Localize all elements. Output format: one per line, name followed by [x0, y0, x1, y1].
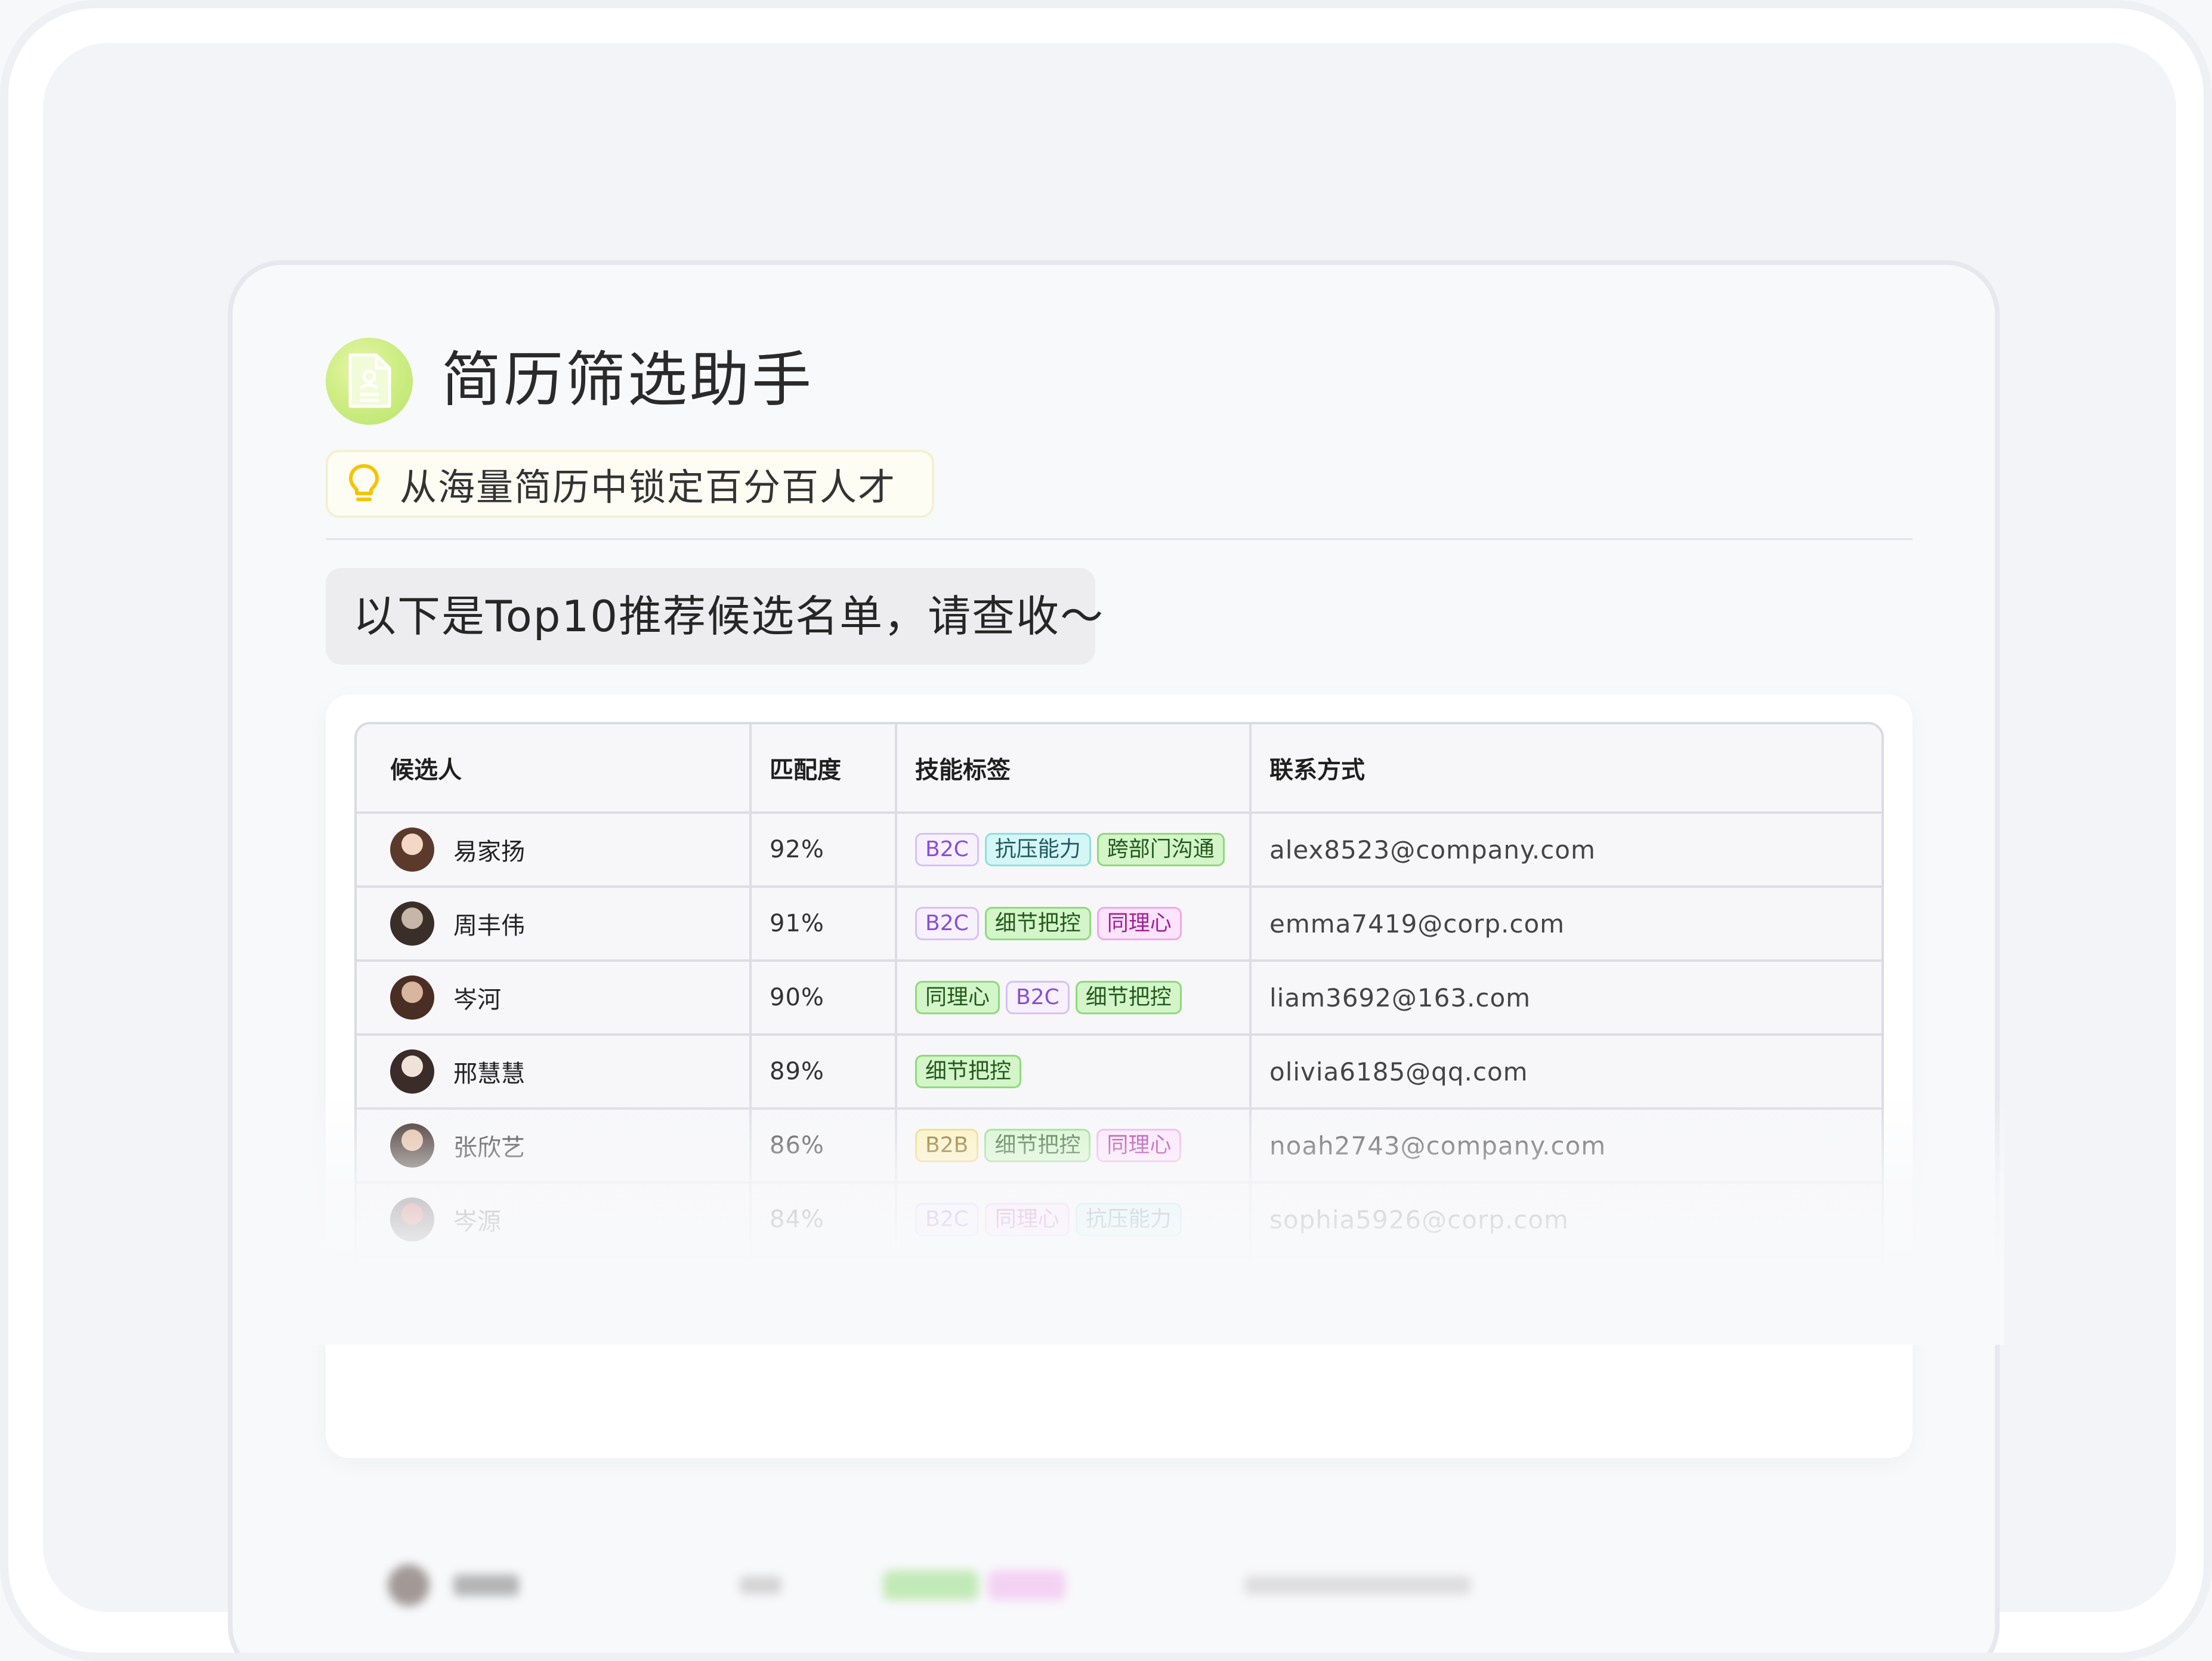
skill-tags: 同理心 B2C 细节把控	[895, 962, 1249, 1033]
table-row[interactable]: 易家扬 92% B2C 抗压能力 跨部门沟通 alex8523@company.com	[357, 811, 1882, 885]
match-score: 90%	[749, 962, 895, 1033]
assistant-card: 简历筛选助手 从海量简历中锁定百分百人才 以下是Top10推荐候选名单，请查收～…	[228, 260, 2004, 1653]
slogan-text: 从海量简历中锁定百分百人才	[400, 465, 897, 509]
table-header-row: 候选人 匹配度 技能标签 联系方式	[357, 724, 1882, 811]
match-score: 92%	[749, 814, 895, 885]
table-row[interactable]: 岑河 90% 同理心 B2C 细节把控 liam3692@163.com	[357, 959, 1882, 1033]
candidate-cell: 岑河	[357, 962, 749, 1033]
resume-document-icon	[326, 338, 413, 425]
skill-tag: 跨部门沟通	[1096, 833, 1225, 866]
skill-tag: 同理心	[1096, 907, 1182, 940]
contact-email[interactable]: alex8523@company.com	[1249, 814, 1882, 885]
bottom-fade	[233, 1094, 2004, 1345]
skill-tag: 同理心	[915, 981, 1000, 1014]
skill-tag: 抗压能力	[984, 833, 1091, 866]
candidate-name: 邢慧慧	[453, 1060, 525, 1088]
header-match[interactable]: 匹配度	[749, 724, 895, 811]
match-score: 91%	[749, 888, 895, 959]
contact-email[interactable]: liam3692@163.com	[1249, 962, 1882, 1033]
slogan-badge: 从海量简历中锁定百分百人才	[326, 450, 934, 518]
candidate-name: 易家扬	[453, 838, 525, 866]
avatar	[390, 1049, 434, 1094]
blurred-row	[354, 1546, 1884, 1624]
candidate-cell: 周丰伟	[357, 888, 749, 959]
header-skills[interactable]: 技能标签	[895, 724, 1249, 811]
skill-tag: B2C	[915, 833, 979, 866]
contact-email[interactable]: emma7419@corp.com	[1249, 888, 1882, 959]
screenshot-frame: 简历筛选助手 从海量简历中锁定百分百人才 以下是Top10推荐候选名单，请查收～…	[0, 0, 2212, 1661]
assistant-message: 以下是Top10推荐候选名单，请查收～	[326, 568, 1103, 665]
skill-tag: B2C	[915, 907, 979, 940]
avatar	[390, 901, 434, 946]
candidate-cell: 易家扬	[357, 814, 749, 885]
skill-tag: 细节把控	[984, 907, 1091, 940]
divider	[326, 538, 1913, 540]
skill-tags: B2C 抗压能力 跨部门沟通	[895, 814, 1249, 885]
skill-tag: 细节把控	[915, 1055, 1022, 1088]
avatar	[390, 828, 434, 872]
skill-tag: B2C	[1006, 981, 1070, 1014]
candidate-name: 岑河	[453, 986, 501, 1014]
page-title: 简历筛选助手	[441, 345, 814, 415]
skill-tags: B2C 细节把控 同理心	[895, 888, 1249, 959]
skill-tag: 细节把控	[1075, 981, 1182, 1014]
lightbulb-icon	[328, 454, 400, 514]
candidate-name: 周丰伟	[453, 912, 525, 940]
avatar	[390, 975, 434, 1020]
header-contact[interactable]: 联系方式	[1249, 724, 1882, 811]
header-candidate[interactable]: 候选人	[357, 724, 749, 811]
table-row[interactable]: 周丰伟 91% B2C 细节把控 同理心 emma7419@corp.com	[357, 885, 1882, 959]
